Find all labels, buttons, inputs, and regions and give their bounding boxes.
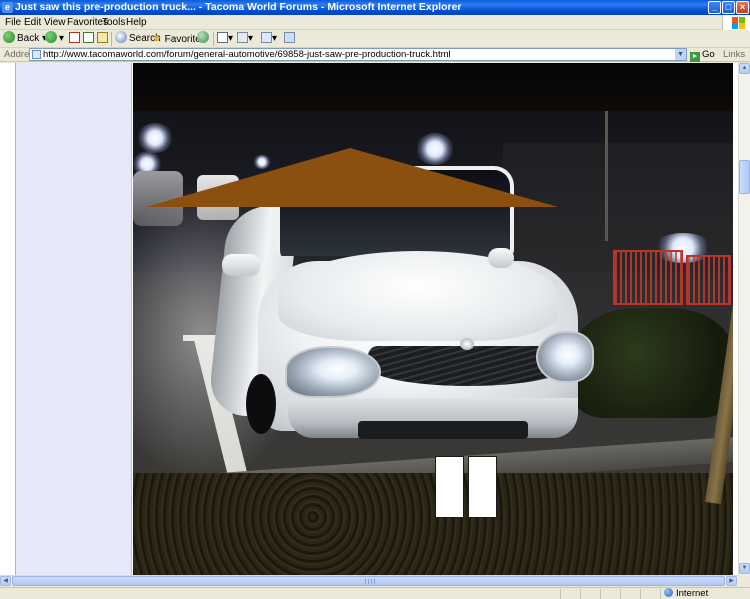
scroll-left-button[interactable]: ◀	[0, 576, 11, 586]
status-cell	[640, 589, 660, 599]
page-margin	[0, 63, 16, 575]
stop-button[interactable]	[69, 31, 80, 47]
print-button[interactable]: ▾	[237, 31, 253, 47]
zone-label: Internet	[676, 588, 709, 599]
minimize-button[interactable]: _	[708, 1, 721, 14]
side-mirror	[222, 254, 260, 276]
status-cell	[600, 589, 620, 599]
forum-side-panel	[16, 63, 132, 575]
scroll-right-button[interactable]: ▶	[726, 576, 737, 586]
plate-overlay-right	[468, 456, 497, 518]
scroll-grip	[365, 579, 375, 584]
menu-view[interactable]: View	[44, 17, 66, 28]
search-icon	[115, 31, 127, 43]
standard-toolbar: Back ▾ ▾ Search ★ Favorites ▾ ▾ ▾	[0, 30, 750, 48]
messenger-button[interactable]	[284, 31, 295, 47]
shrubs	[573, 308, 733, 418]
refresh-icon	[83, 32, 94, 43]
white-truck	[206, 166, 594, 451]
horizontal-scroll-thumb[interactable]	[12, 576, 725, 586]
ground-cover	[133, 473, 733, 575]
address-bar: Address http://www.tacomaworld.com/forum…	[0, 48, 750, 62]
security-zone: Internet	[664, 588, 708, 599]
horizontal-scrollbar[interactable]: ◀ ▶	[0, 575, 738, 586]
side-mirror	[488, 248, 514, 268]
maximize-button[interactable]: □	[722, 1, 735, 14]
roof-overlay-triangle	[146, 148, 558, 207]
vertical-scrollbar[interactable]: ▲ ▼	[738, 63, 750, 575]
status-cell	[580, 589, 600, 599]
window-title: Just saw this pre-production truck... - …	[15, 1, 462, 13]
history-button[interactable]	[197, 31, 211, 47]
print-icon	[237, 32, 248, 43]
light-pole	[605, 111, 608, 241]
headlight	[536, 331, 594, 383]
forward-arrow-icon	[45, 31, 57, 43]
status-cell	[620, 589, 640, 599]
roof-triangle-shape	[146, 148, 558, 207]
scroll-up-button[interactable]: ▲	[739, 63, 750, 74]
toolbar-separator	[213, 32, 214, 46]
menu-bar: File Edit View Favorites Tools Help	[0, 15, 750, 30]
menu-edit[interactable]: Edit	[24, 17, 41, 28]
refresh-button[interactable]	[83, 31, 94, 47]
globe-icon	[664, 588, 673, 597]
history-icon	[197, 31, 209, 43]
toolbar-separator	[111, 32, 112, 46]
scroll-thumb[interactable]	[739, 160, 750, 194]
menu-help[interactable]: Help	[126, 17, 147, 28]
edit-button[interactable]: ▾	[261, 31, 277, 47]
messenger-icon	[284, 32, 295, 43]
menu-tools[interactable]: Tools	[102, 17, 125, 28]
home-icon	[97, 32, 108, 43]
forward-button[interactable]: ▾	[45, 31, 64, 47]
back-label: Back	[17, 33, 40, 44]
browser-window: e Just saw this pre-production truck... …	[0, 0, 750, 599]
photo-top-band	[133, 63, 733, 111]
go-arrow-icon: ►	[690, 52, 700, 62]
mail-icon	[217, 32, 228, 43]
scroll-down-button[interactable]: ▼	[739, 563, 750, 574]
lower-grille	[358, 421, 528, 439]
go-button[interactable]: ► Go	[690, 48, 715, 62]
emblem-icon	[460, 338, 474, 350]
wheel	[246, 374, 276, 434]
ie-icon: e	[2, 2, 13, 13]
back-button[interactable]: Back ▾	[3, 31, 47, 47]
shopping-cart	[686, 255, 731, 305]
menu-file[interactable]: File	[5, 17, 21, 28]
status-bar: Internet	[0, 587, 750, 599]
chevron-down-icon[interactable]: ▼	[675, 49, 686, 60]
favorites-star-icon: ★	[152, 33, 162, 45]
page-content	[0, 63, 738, 575]
address-input[interactable]: http://www.tacomaworld.com/forum/general…	[29, 48, 687, 61]
back-arrow-icon	[3, 31, 15, 43]
hood	[278, 251, 558, 341]
page-icon	[32, 50, 41, 59]
shopping-cart	[613, 250, 683, 305]
home-button[interactable]	[97, 31, 108, 47]
title-bar[interactable]: e Just saw this pre-production truck... …	[0, 0, 750, 15]
close-button[interactable]: ×	[736, 1, 749, 14]
windows-logo-icon	[722, 15, 750, 30]
plate-overlay-left	[435, 456, 464, 518]
headlight	[285, 346, 381, 398]
status-cell	[560, 589, 580, 599]
go-label: Go	[702, 49, 715, 60]
edit-icon	[261, 32, 272, 43]
mail-button[interactable]: ▾	[217, 31, 233, 47]
address-url[interactable]: http://www.tacomaworld.com/forum/general…	[43, 49, 451, 60]
stop-icon	[69, 32, 80, 43]
links-button[interactable]: Links	[723, 49, 745, 60]
truck-photo	[133, 63, 733, 575]
